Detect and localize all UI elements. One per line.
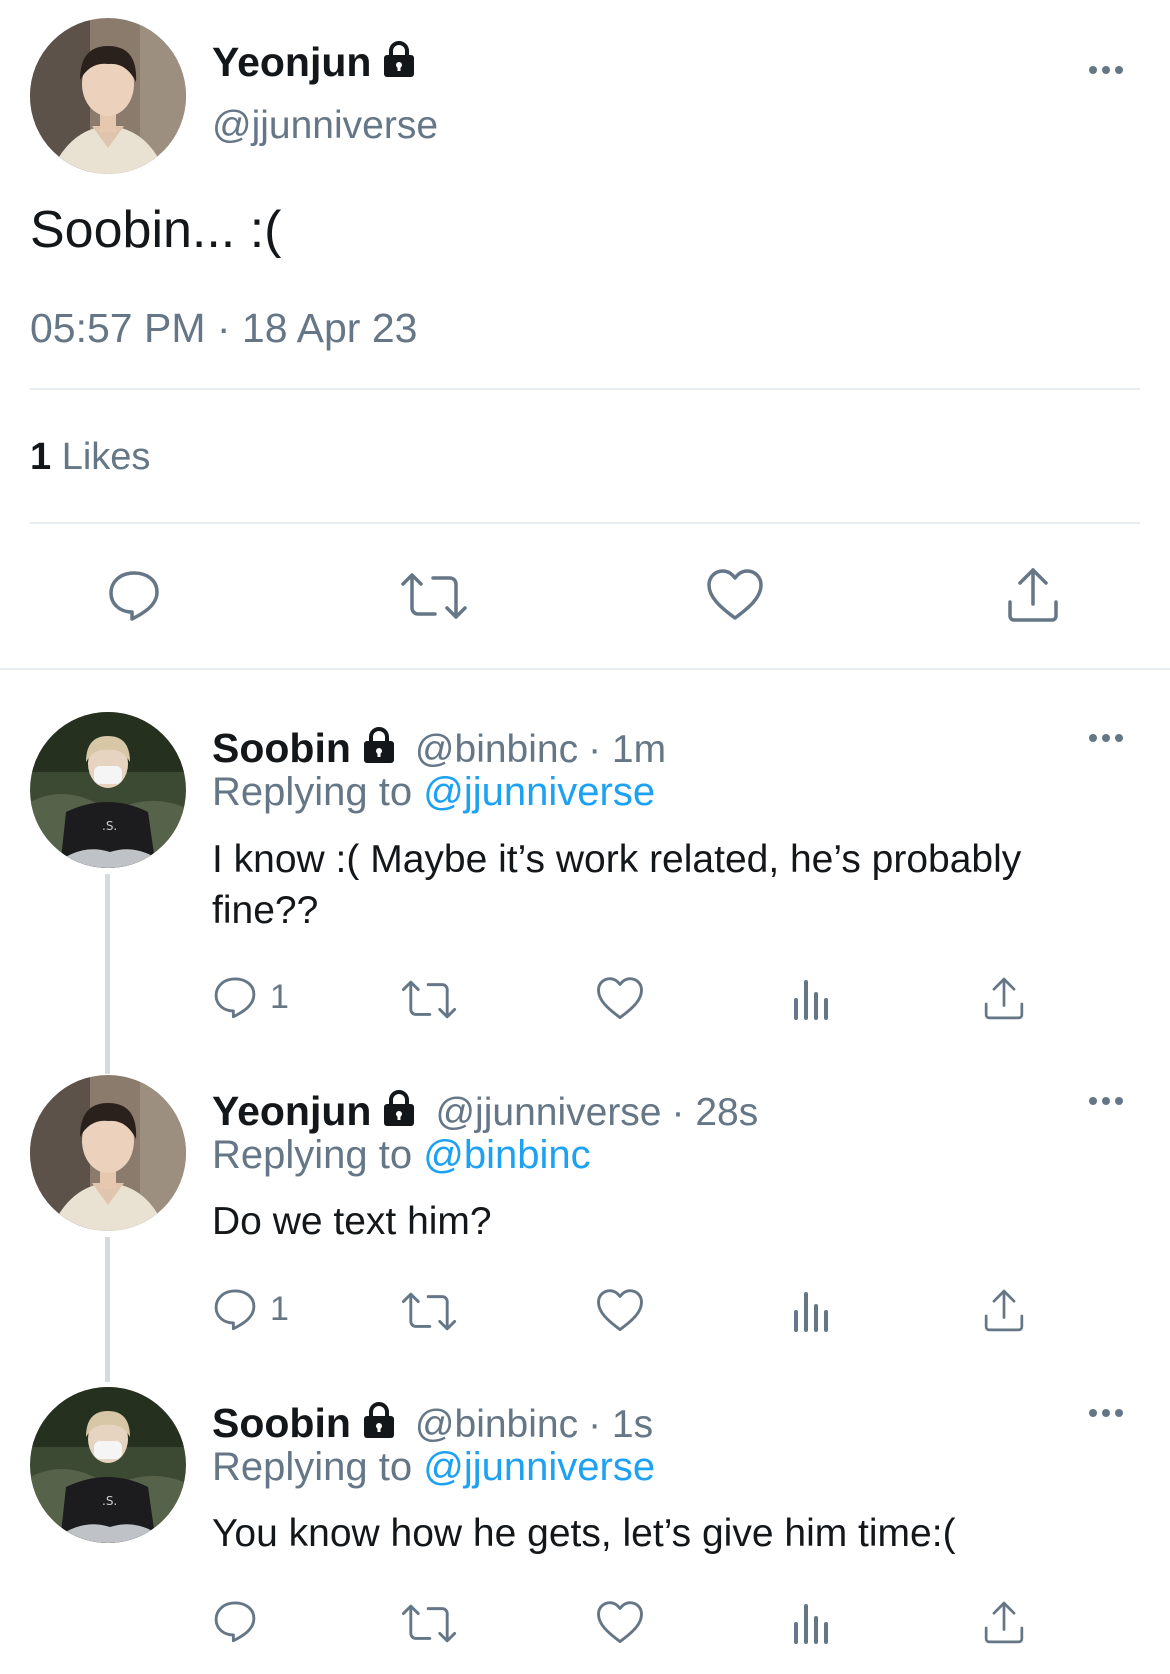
replying-to-label: Replying to [212, 1445, 413, 1489]
reply-time: · 1s [588, 1403, 654, 1446]
heart-icon [597, 1601, 643, 1643]
heart-icon [707, 569, 763, 620]
replying-to-handle[interactable]: @jjunniverse [423, 770, 655, 814]
lock-icon [359, 1400, 399, 1440]
like-button[interactable] [596, 1600, 644, 1645]
reply-author-name[interactable]: Yeonjun [212, 1088, 371, 1135]
reply-count: 1 [270, 1289, 289, 1328]
lock-icon [359, 725, 399, 765]
like-button[interactable] [596, 976, 644, 1021]
retweet-icon [401, 1292, 457, 1331]
avatar-soobin[interactable]: .S. [30, 712, 186, 868]
retweet-button[interactable] [399, 570, 469, 622]
tweet-text: Soobin... :( [30, 201, 282, 259]
analytics-icon [794, 1604, 828, 1644]
reply-time: · 28s [671, 1091, 759, 1134]
reply-author-name[interactable]: Soobin [212, 725, 351, 772]
reply-text: Do we text him? [212, 1200, 492, 1243]
reply-comment-button[interactable]: 1 [212, 974, 289, 1020]
more-options-icon[interactable] [1084, 1091, 1128, 1111]
reply-author-handle[interactable]: @binbinc [415, 1403, 578, 1447]
reply-header: Soobin @binbinc · 1m [212, 722, 666, 772]
reply-count: 1 [270, 977, 289, 1016]
replying-to-label: Replying to [212, 770, 413, 814]
divider [30, 522, 1140, 524]
replying-to-handle[interactable]: @binbinc [423, 1133, 590, 1177]
avatar-yeonjun[interactable] [30, 18, 186, 174]
like-button[interactable] [596, 1288, 644, 1333]
analytics-icon [794, 1292, 828, 1332]
lock-icon [379, 1088, 419, 1128]
heart-icon [597, 1289, 643, 1331]
retweet-button[interactable] [400, 1290, 458, 1333]
more-options-icon[interactable] [1084, 60, 1128, 80]
lock-icon [379, 39, 419, 79]
reply-header: Soobin @binbinc · 1s [212, 1397, 653, 1447]
comment-icon [109, 571, 159, 621]
share-icon [984, 977, 1024, 1020]
comment-button[interactable] [106, 567, 162, 623]
analytics-button[interactable] [792, 978, 832, 1020]
heart-icon [597, 977, 643, 1019]
retweet-icon [401, 980, 457, 1019]
avatar-yeonjun[interactable] [30, 1075, 186, 1231]
more-options-icon[interactable] [1084, 1403, 1128, 1423]
reply-text: I know :( Maybe it’s work related, he’s … [212, 838, 1022, 932]
svg-text:.S.: .S. [102, 819, 117, 833]
author-handle[interactable]: @jjunniverse [212, 104, 438, 148]
retweet-icon [401, 1604, 457, 1643]
avatar-soobin[interactable]: .S. [30, 1387, 186, 1543]
share-icon [984, 1601, 1024, 1644]
svg-text:.S.: .S. [102, 1494, 117, 1508]
share-button[interactable] [983, 976, 1025, 1021]
comment-icon [214, 977, 256, 1019]
divider [30, 388, 1140, 390]
like-button[interactable] [706, 568, 764, 622]
share-button[interactable] [983, 1600, 1025, 1645]
analytics-icon [794, 980, 828, 1020]
replying-to-line: Replying to @jjunniverse [212, 770, 655, 815]
share-button[interactable] [1006, 566, 1060, 624]
thread-line [105, 874, 110, 1074]
retweet-button[interactable] [400, 978, 458, 1021]
replying-to-label: Replying to [212, 1133, 413, 1177]
author-name-row: Yeonjun [212, 36, 419, 86]
share-icon [984, 1289, 1024, 1332]
more-options-icon[interactable] [1084, 728, 1128, 748]
reply-header: Yeonjun @jjunniverse · 28s [212, 1085, 758, 1135]
author-name[interactable]: Yeonjun [212, 39, 371, 86]
section-divider [0, 668, 1170, 670]
reply-author-handle[interactable]: @jjunniverse [435, 1091, 661, 1135]
replying-to-line: Replying to @binbinc [212, 1133, 591, 1178]
likes-label: Likes [61, 436, 151, 478]
reply-author-handle[interactable]: @binbinc [415, 728, 578, 772]
reply-comment-button[interactable]: 1 [212, 1286, 289, 1332]
reply-time: · 1m [588, 728, 667, 771]
retweet-button[interactable] [400, 1602, 458, 1645]
replying-to-handle[interactable]: @jjunniverse [423, 1445, 655, 1489]
retweet-icon [401, 573, 467, 619]
reply-author-name[interactable]: Soobin [212, 1400, 351, 1447]
likes-summary[interactable]: 1 Likes [30, 436, 150, 479]
likes-count: 1 [30, 436, 52, 478]
comment-icon [214, 1289, 256, 1331]
analytics-button[interactable] [792, 1602, 832, 1644]
reply-text: You know how he gets, let’s give him tim… [212, 1512, 956, 1555]
analytics-button[interactable] [792, 1290, 832, 1332]
share-button[interactable] [983, 1288, 1025, 1333]
thread-line [105, 1237, 110, 1382]
replying-to-line: Replying to @jjunniverse [212, 1445, 655, 1490]
comment-icon [214, 1601, 256, 1643]
tweet-timestamp: 05:57 PM · 18 Apr 23 [30, 305, 418, 351]
reply-comment-button[interactable] [212, 1598, 270, 1644]
share-icon [1008, 568, 1058, 622]
